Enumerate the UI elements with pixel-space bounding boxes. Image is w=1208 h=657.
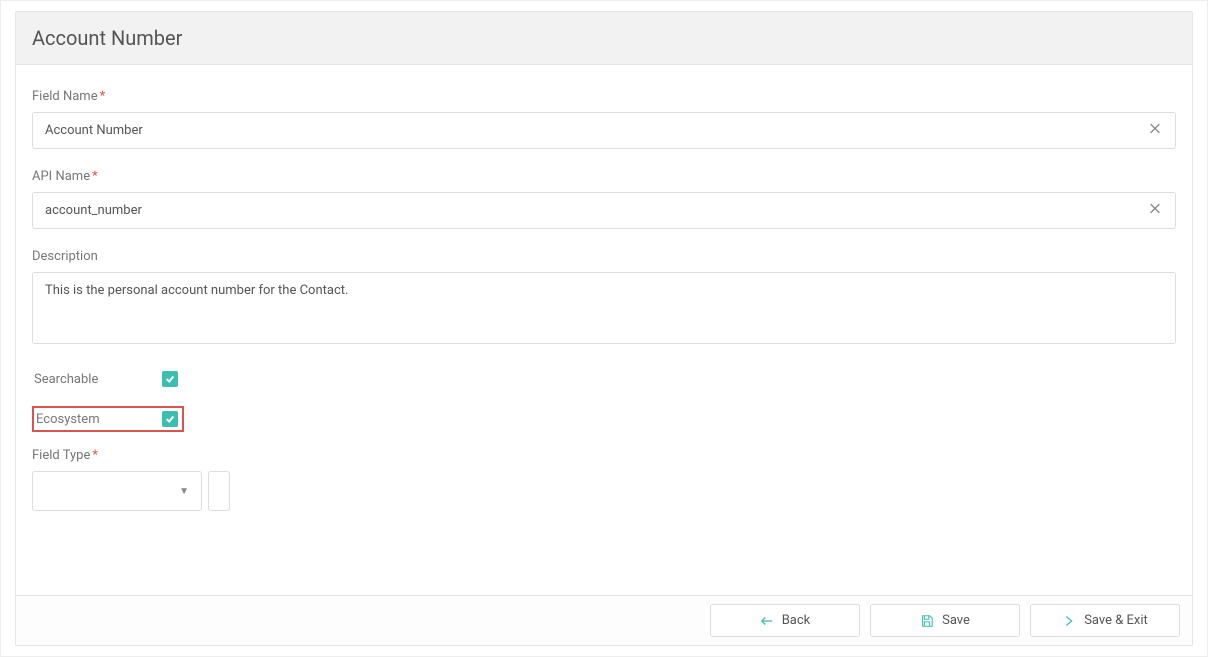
save-icon [920, 614, 934, 628]
save-button[interactable]: Save [870, 604, 1020, 637]
field-type-label: Field Type* [32, 448, 1176, 463]
save-exit-button[interactable]: Save & Exit [1030, 604, 1180, 637]
check-icon [165, 414, 175, 424]
panel-title: Account Number [16, 12, 1192, 65]
clear-api-name-icon[interactable] [1144, 197, 1166, 224]
arrow-left-icon [760, 614, 774, 628]
chevron-right-icon [1062, 614, 1076, 628]
field-type-extra-button[interactable] [208, 471, 230, 511]
searchable-checkbox[interactable] [162, 371, 178, 387]
ecosystem-checkbox[interactable] [162, 411, 178, 427]
check-icon [165, 374, 175, 384]
chevron-down-icon: ▼ [179, 486, 189, 497]
api-name-input[interactable] [32, 192, 1176, 229]
back-button[interactable]: Back [710, 604, 860, 637]
field-name-label: Field Name* [32, 89, 1176, 104]
description-textarea[interactable] [32, 272, 1176, 344]
searchable-label: Searchable [34, 372, 112, 387]
api-name-label: API Name* [32, 169, 1176, 184]
ecosystem-highlight: Ecosystem [32, 406, 184, 432]
field-name-input[interactable] [32, 112, 1176, 149]
clear-field-name-icon[interactable] [1144, 117, 1166, 144]
field-type-select[interactable]: ▼ [32, 471, 202, 511]
ecosystem-label: Ecosystem [36, 412, 112, 427]
description-label: Description [32, 249, 1176, 264]
